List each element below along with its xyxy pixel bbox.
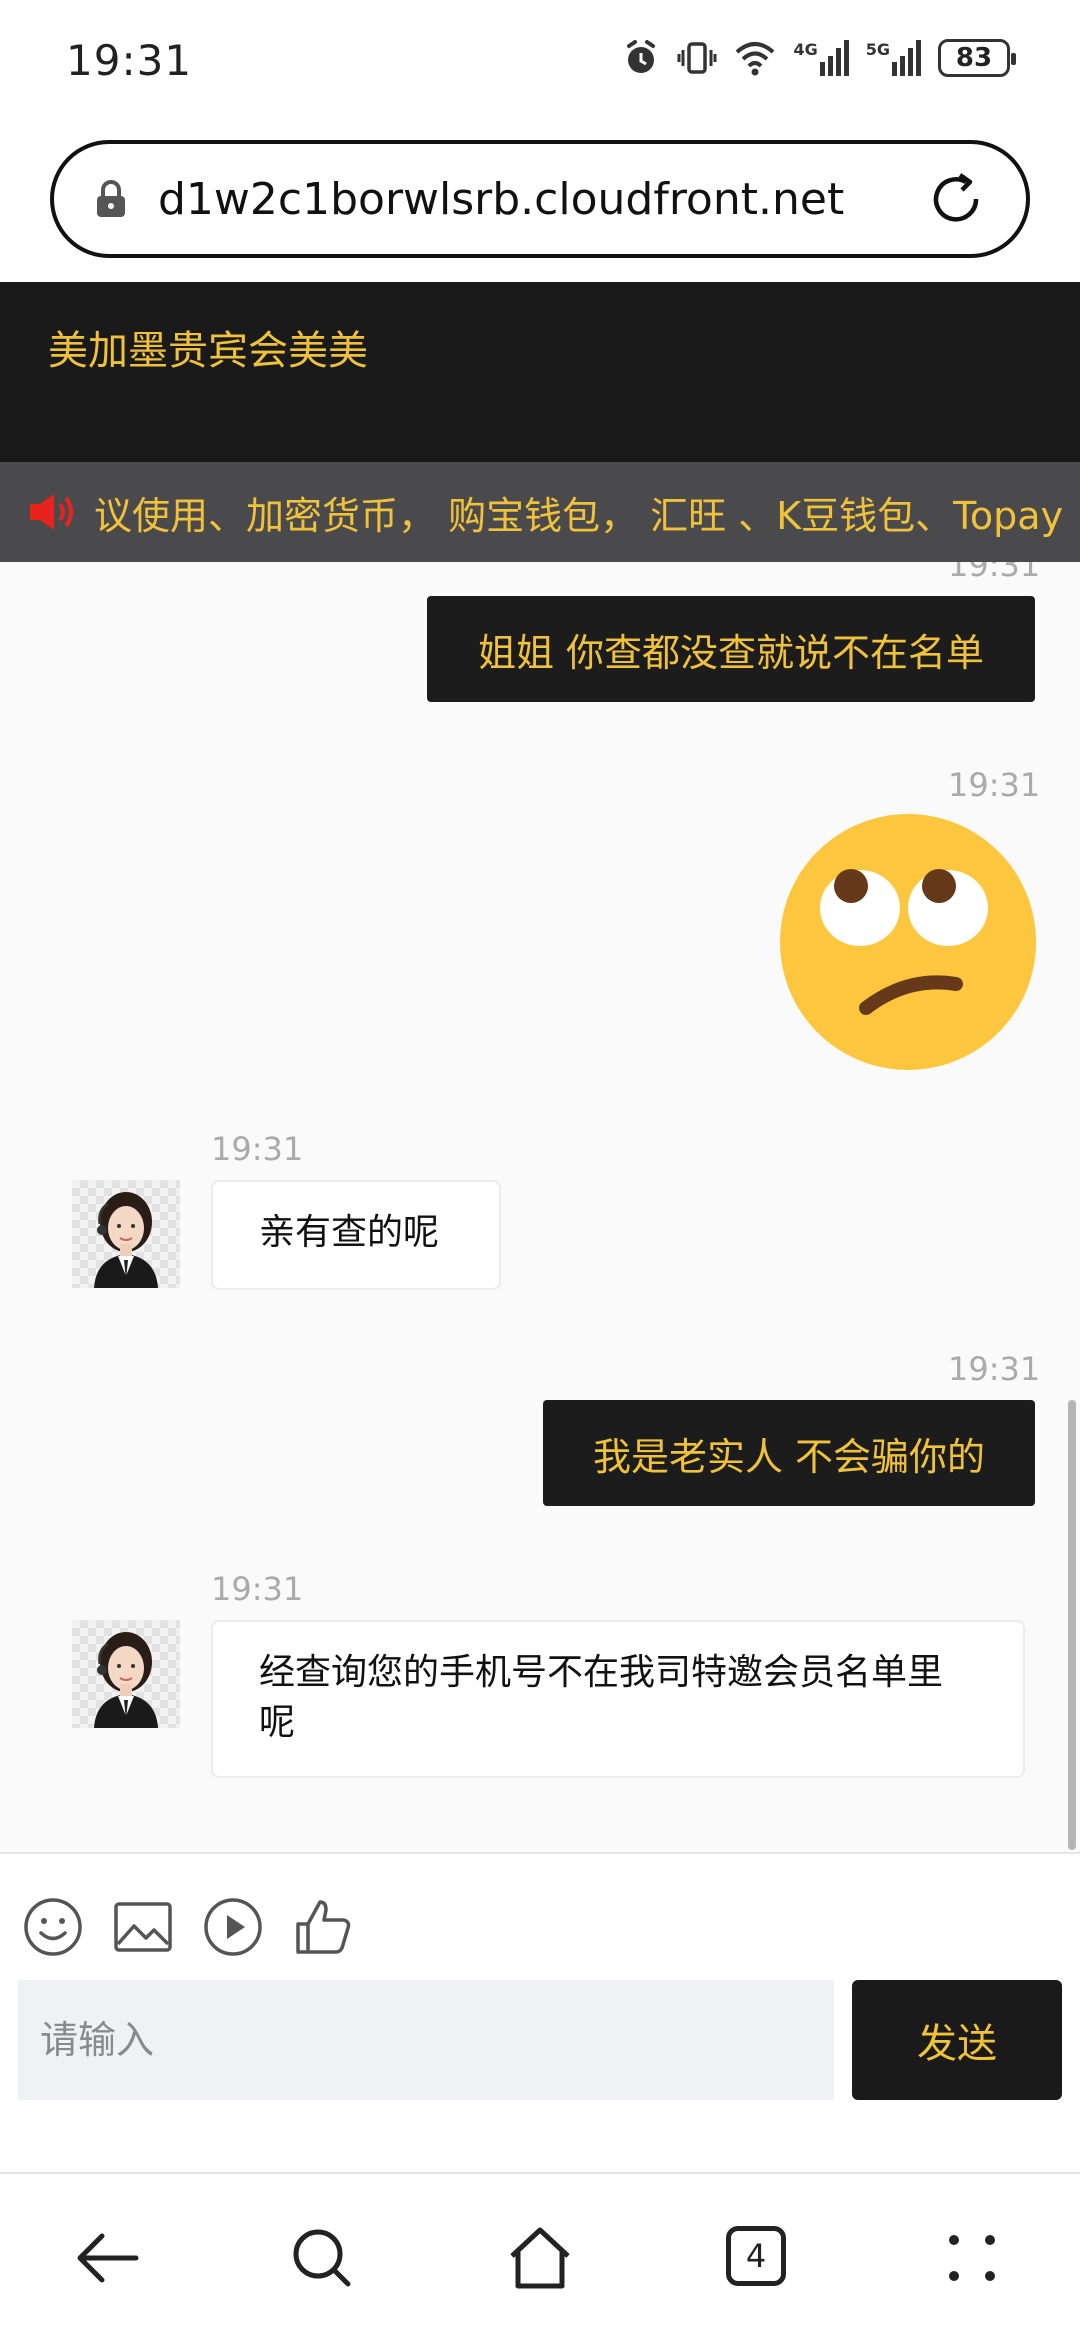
more-menu-icon[interactable]	[936, 2222, 1008, 2294]
send-button[interactable]: 发送	[852, 1980, 1062, 2100]
signal-bars-icon	[819, 40, 849, 76]
alarm-icon	[627, 40, 656, 73]
signal-4g: 4G	[793, 40, 849, 76]
message-input[interactable]	[18, 1980, 834, 2100]
network-type-label: 5G	[865, 40, 890, 59]
url-text[interactable]: d1w2c1borwlsrb.cloudfront.net	[158, 174, 926, 225]
video-play-icon[interactable]	[202, 1896, 264, 1958]
thumbs-up-icon[interactable]	[292, 1896, 354, 1958]
message-time: 19:31	[211, 1570, 304, 1608]
chat-scrollbar[interactable]	[1068, 1400, 1076, 1850]
message-time: 19:31	[948, 562, 1041, 584]
status-time: 19:31	[66, 36, 193, 85]
signal-bars-icon	[892, 40, 921, 76]
address-bar[interactable]: d1w2c1borwlsrb.cloudfront.net	[50, 140, 1030, 258]
back-arrow-icon[interactable]	[72, 2222, 144, 2294]
message-text: 我是老实人 不会骗你的	[592, 1434, 986, 1479]
notice-marquee: 议使用、加密货币， 购宝钱包， 汇旺 、K豆钱包、Topay	[0, 462, 1080, 562]
battery-level: 83	[955, 43, 993, 73]
lock-icon	[97, 180, 125, 217]
chat-header: 美加墨贵宾会美美	[0, 282, 1080, 462]
network-type-label: 4G	[793, 40, 818, 59]
agent-avatar[interactable]	[72, 1180, 180, 1288]
message-time: 19:31	[211, 1130, 304, 1168]
tabs-button[interactable]: 4	[726, 2226, 786, 2286]
message-time: 19:31	[948, 766, 1041, 804]
search-icon[interactable]	[286, 2222, 358, 2294]
message-text: 亲有查的呢	[259, 1212, 440, 1253]
speaker-icon	[30, 494, 73, 530]
wifi-icon	[736, 42, 775, 76]
image-icon[interactable]	[112, 1896, 174, 1958]
message-bubble-incoming[interactable]: 经查询您的手机号不在我司特邀会员名单里呢	[211, 1620, 1025, 1778]
browser-bottom-nav: 4	[0, 2172, 1080, 2340]
vibrate-icon	[677, 42, 717, 74]
rolling-eyes-emoji[interactable]	[778, 812, 1038, 1072]
composer-toolbar: 发送	[0, 1852, 1080, 2172]
notice-text: 议使用、加密货币， 购宝钱包， 汇旺 、K豆钱包、Topay	[94, 493, 1064, 538]
status-icons: 4G 5G 83	[621, 38, 1016, 78]
chat-messages[interactable]: 19:31 姐姐 你查都没查就说不在名单 19:31 19:31 亲有查的呢 1	[0, 562, 1080, 1852]
agent-avatar[interactable]	[72, 1620, 180, 1728]
message-time: 19:31	[948, 1350, 1041, 1388]
agent-portrait-icon	[94, 1192, 158, 1288]
message-text: 姐姐 你查都没查就说不在名单	[477, 630, 985, 675]
agent-portrait-icon	[94, 1632, 158, 1728]
message-bubble-outgoing[interactable]: 姐姐 你查都没查就说不在名单	[427, 596, 1035, 702]
tabs-count-label: 4	[745, 2237, 767, 2275]
home-icon[interactable]	[504, 2222, 576, 2294]
emoji-icon[interactable]	[22, 1896, 84, 1958]
chat-title: 美加墨贵宾会美美	[48, 328, 368, 374]
reload-icon[interactable]	[926, 169, 986, 229]
battery-indicator: 83	[938, 39, 1016, 77]
message-text: 经查询您的手机号不在我司特邀会员名单里呢	[259, 1652, 944, 1743]
message-bubble-incoming[interactable]: 亲有查的呢	[211, 1180, 501, 1290]
status-bar: 19:31 4G 5G 83	[0, 0, 1080, 125]
signal-5g: 5G	[866, 40, 922, 76]
message-bubble-outgoing[interactable]: 我是老实人 不会骗你的	[543, 1400, 1035, 1506]
